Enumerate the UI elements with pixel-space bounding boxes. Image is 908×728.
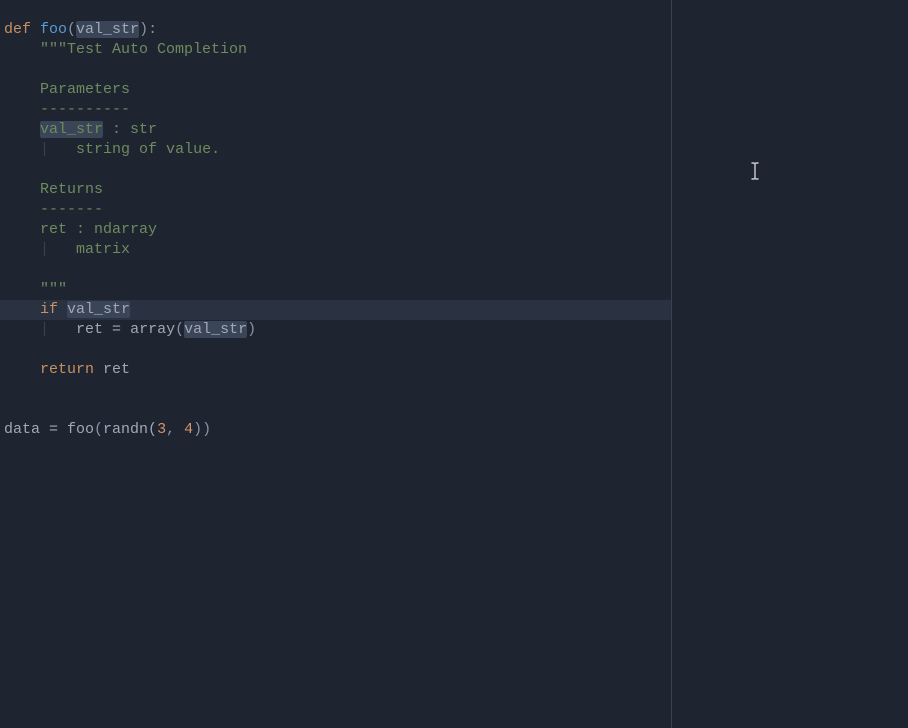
param-name: val_str — [76, 21, 139, 38]
paren-open: ( — [94, 421, 103, 438]
paren-open: ( — [175, 321, 184, 338]
docstring-open: """ — [40, 41, 67, 58]
function-name: foo — [40, 21, 67, 38]
code-line[interactable] — [0, 340, 671, 360]
code-line[interactable]: Returns — [0, 180, 671, 200]
variable: val_str — [184, 321, 247, 338]
code-line-current[interactable]: if val_str — [0, 300, 671, 320]
code-line[interactable]: ret : ndarray — [0, 220, 671, 240]
indent — [4, 301, 40, 318]
keyword-if: if — [40, 301, 67, 318]
code-line[interactable]: val_str : str — [0, 120, 671, 140]
indent — [4, 181, 40, 198]
code-line[interactable] — [0, 380, 671, 400]
docstring-text: : str — [103, 121, 157, 138]
variable: data = — [4, 421, 67, 438]
number: 4 — [184, 421, 193, 438]
code-line[interactable] — [0, 400, 671, 420]
keyword-return: return — [40, 361, 103, 378]
right-pane — [672, 0, 908, 728]
indent — [4, 281, 40, 298]
indent — [4, 361, 40, 378]
docstring-text: string of value. — [76, 141, 220, 158]
code-line[interactable] — [0, 260, 671, 280]
docstring-text: ------- — [40, 201, 103, 218]
code-line[interactable] — [0, 160, 671, 180]
indent — [49, 141, 76, 158]
indent — [4, 101, 40, 118]
indent — [4, 321, 40, 338]
indent-guide: | — [40, 321, 49, 338]
code-line[interactable]: def foo(val_str): — [0, 20, 671, 40]
indent — [4, 221, 40, 238]
indent — [49, 321, 76, 338]
function-call: randn( — [103, 421, 157, 438]
docstring-text: ---------- — [40, 101, 130, 118]
number: 3 — [157, 421, 166, 438]
docstring-text: Test Auto Completion — [67, 41, 247, 58]
code-line[interactable] — [0, 60, 671, 80]
indent — [4, 201, 40, 218]
variable: ret = — [76, 321, 130, 338]
keyword-def: def — [4, 21, 40, 38]
paren-close: )) — [193, 421, 211, 438]
code-line[interactable]: Parameters — [0, 80, 671, 100]
code-editor[interactable]: def foo(val_str): """Test Auto Completio… — [0, 0, 671, 728]
paren-open: ( — [67, 21, 76, 38]
function-call: foo — [67, 421, 94, 438]
code-line[interactable]: data = foo(randn(3, 4)) — [0, 420, 671, 440]
indent-guide: | — [40, 241, 49, 258]
docstring-close: """ — [40, 281, 67, 298]
code-line[interactable]: return ret — [0, 360, 671, 380]
function-call: array — [130, 321, 175, 338]
code-line[interactable]: """Test Auto Completion — [0, 40, 671, 60]
indent — [4, 81, 40, 98]
variable: ret — [103, 361, 130, 378]
code-line[interactable]: """ — [0, 280, 671, 300]
paren-close: ): — [139, 21, 157, 38]
code-line[interactable]: ------- — [0, 200, 671, 220]
code-line[interactable]: | string of value. — [0, 140, 671, 160]
variable: val_str — [67, 301, 130, 318]
code-line[interactable]: | ret = array(val_str) — [0, 320, 671, 340]
docstring-text: Parameters — [40, 81, 130, 98]
paren-close: ) — [247, 321, 256, 338]
indent — [4, 121, 40, 138]
comma: , — [166, 421, 184, 438]
indent — [49, 241, 76, 258]
docstring-text: Returns — [40, 181, 103, 198]
docstring-text: ret : ndarray — [40, 221, 157, 238]
indent — [4, 241, 40, 258]
code-line[interactable]: | matrix — [0, 240, 671, 260]
indent — [4, 41, 40, 58]
indent — [4, 141, 40, 158]
docstring-text: matrix — [76, 241, 130, 258]
indent-guide: | — [40, 141, 49, 158]
param-name: val_str — [40, 121, 103, 138]
code-line[interactable]: ---------- — [0, 100, 671, 120]
